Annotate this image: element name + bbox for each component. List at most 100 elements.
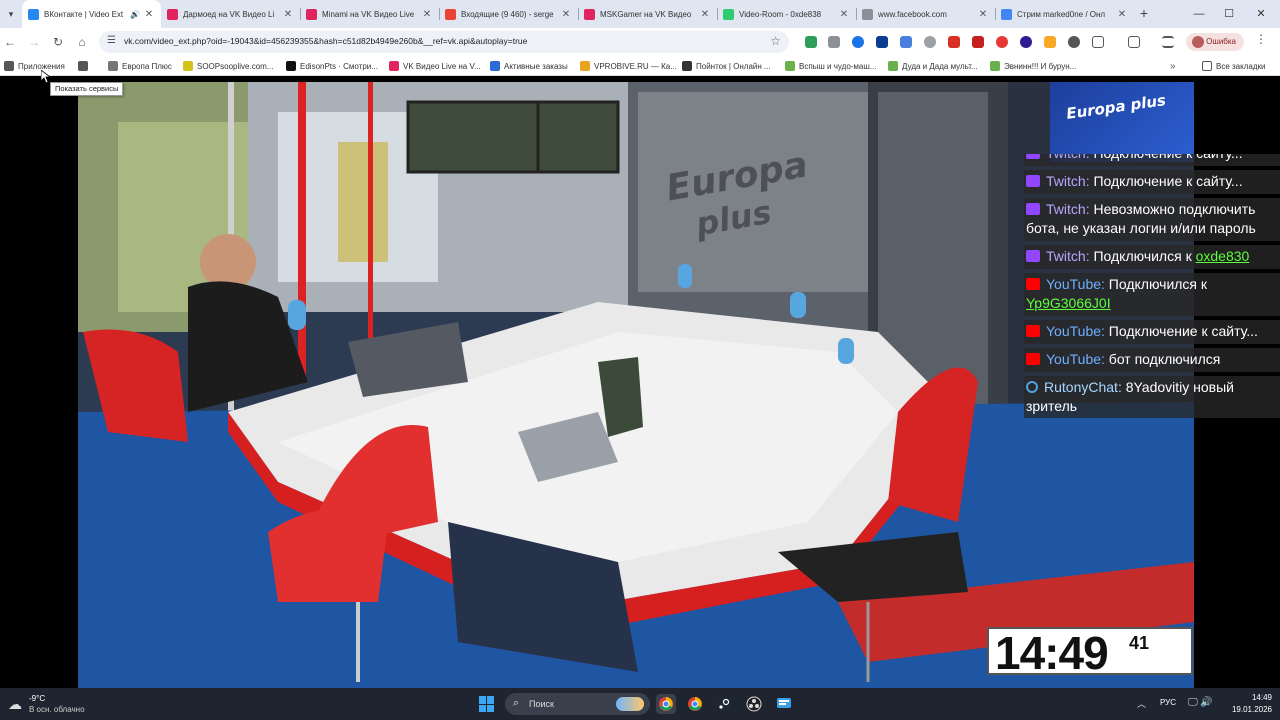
chat-link[interactable]: oxde830: [1196, 248, 1250, 264]
steam-app-icon[interactable]: [714, 694, 734, 714]
extension-circle-icon[interactable]: [924, 36, 936, 48]
bookmark-item[interactable]: SOOPsooplive.com...: [183, 59, 273, 73]
extension-gray-icon[interactable]: [828, 36, 840, 48]
maximize-button[interactable]: ☐: [1214, 0, 1244, 28]
tab-close-icon[interactable]: ✕: [143, 9, 155, 20]
bookmark-item[interactable]: Дуда и Дада мульт...: [888, 59, 978, 73]
minimize-button[interactable]: —: [1184, 0, 1214, 28]
screenshot-icon[interactable]: [1128, 36, 1140, 48]
tray-chevron-up-icon[interactable]: ︿: [1137, 697, 1146, 710]
chat-message: Twitch: Подключился к oxde830: [1024, 245, 1280, 269]
extension-blue-icon[interactable]: [852, 36, 864, 48]
browser-tab[interactable]: Входящие (9 460) - serge ✕: [439, 0, 578, 28]
browser-menu-icon[interactable]: ⋮: [1254, 32, 1268, 46]
browser-tab[interactable]: www.facebook.com ✕: [856, 0, 995, 28]
browser-tab[interactable]: Video-Room - 0xde838 ✕: [717, 0, 856, 28]
twitch-icon: [1026, 203, 1040, 215]
close-window-button[interactable]: ✕: [1246, 0, 1276, 28]
browser-tab[interactable]: ВКонтакте | Video Ext 🔊 ✕: [22, 0, 161, 28]
chat-source: YouTube: [1046, 276, 1102, 292]
obs-app-icon[interactable]: [744, 694, 764, 714]
tab-close-icon[interactable]: ✕: [560, 9, 572, 20]
tab-audio-icon[interactable]: 🔊: [130, 10, 140, 19]
browser-tab[interactable]: Дармоед на VK Видео Li ✕: [161, 0, 300, 28]
chat-message: Twitch: Невозможно подключить бота, не у…: [1024, 198, 1280, 241]
globe-icon: [862, 8, 873, 20]
chat-source: Twitch: [1046, 154, 1086, 161]
back-button[interactable]: ←: [0, 32, 20, 52]
taskbar-date[interactable]: 19.01.2026: [1224, 705, 1272, 714]
weather-desc[interactable]: В осн. облачно: [29, 705, 85, 714]
extension-purple-icon[interactable]: [1020, 36, 1032, 48]
reload-button[interactable]: ↻: [48, 32, 68, 52]
tab-close-icon[interactable]: ✕: [977, 9, 989, 20]
new-tab-button[interactable]: +: [1134, 0, 1154, 28]
bookmark-item[interactable]: VPROBIVE.RU — Ка...: [580, 59, 677, 73]
taskbar-search[interactable]: ⌕ Поиск: [505, 693, 650, 715]
taskbar-time[interactable]: 14:49: [1224, 693, 1272, 702]
extension-translate-icon[interactable]: [900, 36, 912, 48]
chat-message: YouTube: бот подключился: [1024, 348, 1280, 372]
chat-link[interactable]: Yp9G3066J0I: [1026, 295, 1111, 311]
chat-text: Подключение к сайту...: [1093, 154, 1242, 161]
forward-button[interactable]: →: [24, 32, 44, 52]
extension-green-icon[interactable]: [805, 36, 817, 48]
bookmark-label: Вспыш и чудо-маш...: [799, 61, 877, 71]
profile-error-button[interactable]: Ошибка: [1186, 33, 1244, 51]
site-info-icon[interactable]: ☰: [107, 35, 116, 46]
browser-tab[interactable]: Стрим marked0ne / Онл ✕: [995, 0, 1134, 28]
chat-message: Twitch: Подключение к сайту...: [1024, 170, 1280, 194]
tab-close-icon[interactable]: ✕: [282, 9, 294, 20]
cloud-icon[interactable]: ☁: [8, 696, 22, 713]
bookmark-star-icon[interactable]: ☆: [770, 34, 781, 48]
bookmark-item[interactable]: Европа Плюс: [108, 59, 172, 73]
all-bookmarks[interactable]: Все закладки: [1202, 59, 1265, 73]
chat-text: бот подключился: [1108, 351, 1221, 367]
browser-tab[interactable]: MSKGamer на VK Видео ✕: [578, 0, 717, 28]
bookmark-item[interactable]: [78, 59, 92, 73]
home-button[interactable]: ⌂: [72, 32, 92, 52]
tab-title: Стрим marked0ne / Онл: [1017, 9, 1106, 19]
network-volume-icon[interactable]: 🖵 🔊: [1188, 697, 1213, 708]
reading-list-icon[interactable]: [1162, 36, 1174, 48]
extension-red-icon[interactable]: [948, 36, 960, 48]
tab-close-icon[interactable]: ✕: [421, 9, 433, 20]
folder-icon: [1202, 61, 1212, 71]
extension-pdf-icon[interactable]: [972, 36, 984, 48]
tab-title: Video-Room - 0xde838: [739, 9, 822, 19]
browser-tab[interactable]: Minami на VK Видео Live ✕: [300, 0, 439, 28]
chrome-app-icon[interactable]: [656, 694, 676, 714]
bookmark-item[interactable]: EdisonPts · Смотри...: [286, 59, 378, 73]
extension-camera-icon[interactable]: [876, 36, 888, 48]
google-icon: [1001, 8, 1012, 20]
all-bookmarks-label: Все закладки: [1216, 61, 1266, 71]
twitch-icon: [1026, 154, 1040, 159]
windows-start-icon[interactable]: [479, 696, 495, 712]
bookmark-item[interactable]: Активные заказы: [490, 59, 568, 73]
bookmark-label: Европа Плюс: [122, 61, 172, 71]
tab-search-button[interactable]: ▾: [0, 0, 22, 28]
bookmark-label: Пойнток | Онлайн ...: [696, 61, 771, 71]
extension-shield-icon[interactable]: [996, 36, 1008, 48]
address-bar[interactable]: ☰ vk.com/video_ext.php?oid=-19043&id=456…: [99, 31, 789, 53]
bookmark-item[interactable]: Эвнинн!!! И бурун...: [990, 59, 1076, 73]
extension-dark-icon[interactable]: [1068, 36, 1080, 48]
chat-app-icon[interactable]: [774, 694, 794, 714]
bookmark-item[interactable]: Вспыш и чудо-маш...: [785, 59, 876, 73]
chrome-app-icon-2[interactable]: [685, 694, 705, 714]
apps-bookmark[interactable]: Приложения: [4, 59, 65, 73]
tab-close-icon[interactable]: ✕: [699, 9, 711, 20]
tab-close-icon[interactable]: ✕: [838, 9, 850, 20]
extensions-puzzle-icon[interactable]: [1092, 36, 1104, 48]
tab-close-icon[interactable]: ✕: [1116, 9, 1128, 20]
bookmarks-overflow-icon[interactable]: »: [1170, 59, 1176, 73]
bookmark-item[interactable]: VK Видео Live на V...: [389, 59, 481, 73]
language-indicator[interactable]: РУС: [1160, 698, 1176, 707]
bookmark-item[interactable]: Пойнток | Онлайн ...: [682, 59, 771, 73]
weather-temp[interactable]: -9°C: [29, 694, 45, 703]
youtube-icon: [1026, 353, 1040, 365]
extension-yellow-icon[interactable]: [1044, 36, 1056, 48]
bookmark-favicon-icon: [183, 61, 193, 71]
error-label: Ошибка: [1206, 37, 1236, 46]
url-text: vk.com/video_ext.php?oid=-19043&id=45623…: [124, 36, 528, 46]
